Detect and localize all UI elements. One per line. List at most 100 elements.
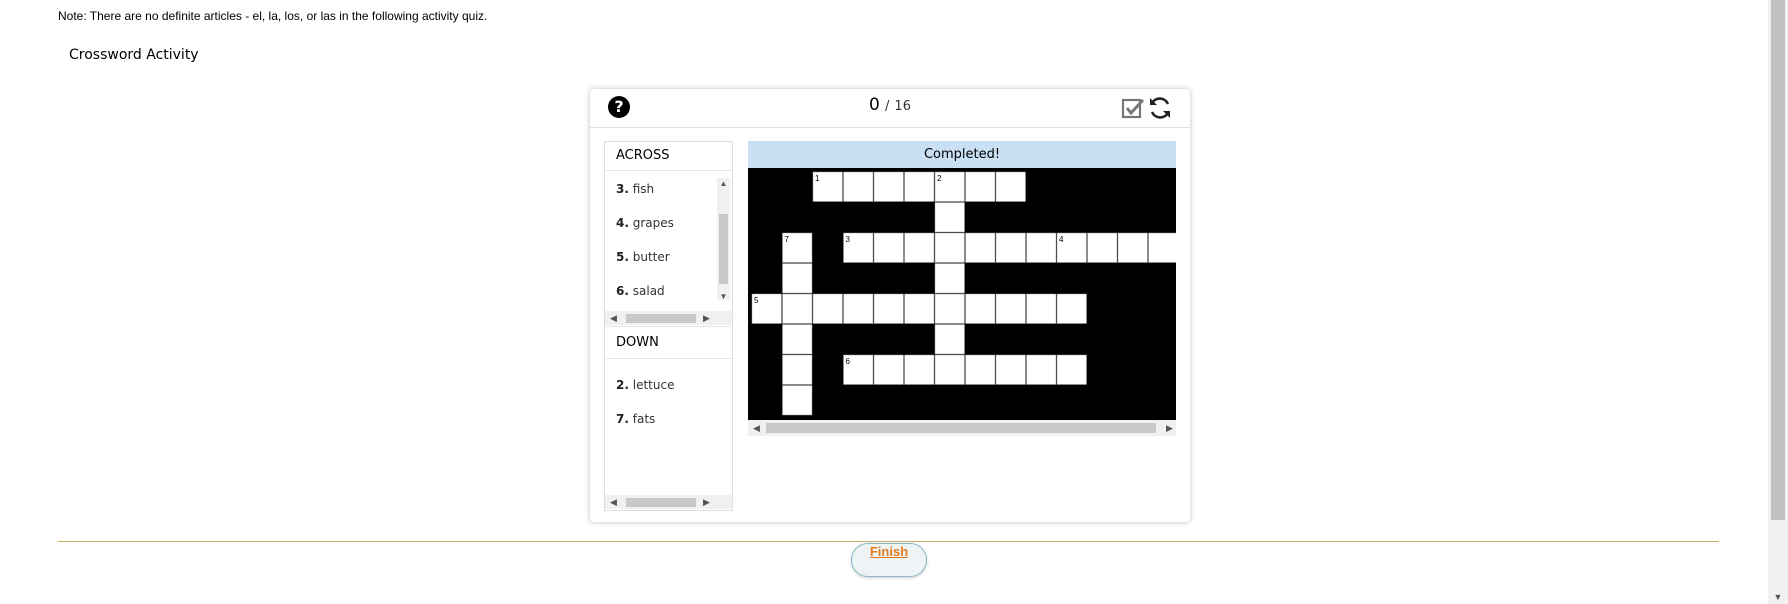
cell-number: 6 [846,357,851,366]
crossword-cell[interactable] [1056,293,1087,324]
crossword-cell[interactable] [1148,232,1177,263]
scroll-down-icon[interactable]: ▼ [1768,592,1788,602]
across-heading-divider [605,170,732,171]
clue-number: 3. [616,182,629,196]
across-clue-item[interactable]: 6. salad [616,284,665,298]
crossword-cell[interactable] [995,171,1026,202]
clue-number: 2. [616,378,629,392]
check-answers-icon[interactable] [1121,96,1145,120]
crossword-cell[interactable] [904,171,935,202]
crossword-grid-canvas: 1 2 3 4 5 6 7 [751,171,1177,416]
crossword-cell[interactable] [995,354,1026,385]
crossword-cell[interactable] [995,232,1026,263]
page-scrollbar-thumb[interactable] [1771,0,1785,520]
crossword-cell[interactable] [782,354,813,385]
crossword-cell[interactable] [965,354,996,385]
clue-text: grapes [632,216,674,230]
clue-text: fish [632,182,655,196]
clue-text: fats [632,412,656,426]
crossword-grid: 1 2 3 4 5 6 7 [748,168,1176,420]
crossword-cell[interactable] [1026,293,1057,324]
across-heading: ACROSS [616,148,670,163]
clue-number: 4. [616,216,629,230]
scrollbar-thumb[interactable] [719,214,728,284]
crossword-cell[interactable] [934,324,965,355]
across-vertical-scrollbar[interactable]: ▲ ▼ [717,178,730,301]
crossword-cell[interactable] [782,293,813,324]
scrollbar-thumb[interactable] [766,423,1156,433]
score-display: 0 / 16 [590,95,1190,115]
crossword-cell[interactable] [843,293,874,324]
cell-number: 7 [785,235,790,244]
scroll-left-icon[interactable]: ◀ [610,311,617,325]
quiz-note: Note: There are no definite articles - e… [58,9,488,23]
down-horizontal-scrollbar[interactable]: ◀ ▶ [605,495,732,509]
crossword-cell[interactable] [782,385,813,416]
crossword-cell[interactable] [934,232,965,263]
crossword-cell[interactable] [965,232,996,263]
crossword-cell[interactable] [873,171,904,202]
crossword-cell[interactable] [1117,232,1148,263]
across-clue-item[interactable]: 3. fish [616,182,654,196]
down-heading: DOWN [616,335,659,350]
crossword-cell[interactable] [965,171,996,202]
footer-divider [58,541,1719,542]
across-clue-item[interactable]: 4. grapes [616,216,674,230]
scrollbar-thumb[interactable] [626,498,696,507]
activity-title: Crossword Activity [69,47,199,63]
crossword-cell[interactable] [782,324,813,355]
section-divider [605,326,732,327]
crossword-cell[interactable] [904,354,935,385]
score-current: 0 [869,95,880,115]
crossword-cell[interactable] [1026,354,1057,385]
clue-number: 7. [616,412,629,426]
crossword-cell[interactable] [965,293,996,324]
score-separator: / [884,99,890,114]
across-horizontal-scrollbar[interactable]: ◀ ▶ [605,311,732,325]
page-scrollbar[interactable]: ▼ [1768,0,1788,604]
score-total: 16 [894,99,911,114]
crossword-cell[interactable] [843,171,874,202]
crossword-cell[interactable] [934,293,965,324]
clues-panel: ACROSS 3. fish 4. grapes 5. butter 6. sa… [604,141,733,511]
crossword-cell[interactable] [934,202,965,233]
scroll-left-icon[interactable]: ◀ [610,495,617,509]
crossword-cell[interactable] [934,263,965,294]
cell-number: 1 [815,174,820,183]
crossword-cell[interactable] [904,232,935,263]
crossword-widget: ? 0 / 16 ACROSS 3. fish 4. grapes 5. but… [590,89,1190,522]
clue-text: lettuce [632,378,675,392]
reset-icon[interactable] [1147,95,1173,121]
grid-horizontal-scrollbar[interactable]: ◀ ▶ [748,420,1176,436]
crossword-cell[interactable] [873,293,904,324]
cell-number: 5 [754,296,759,305]
down-clue-item[interactable]: 2. lettuce [616,378,674,392]
crossword-cell[interactable] [904,293,935,324]
clue-number: 6. [616,284,629,298]
crossword-cell[interactable] [812,293,843,324]
finish-button[interactable]: Finish [851,543,927,577]
scroll-down-icon[interactable]: ▼ [717,292,730,301]
scroll-right-icon[interactable]: ▶ [1166,420,1173,436]
clue-number: 5. [616,250,629,264]
cell-number: 2 [937,174,942,183]
crossword-cell[interactable] [873,232,904,263]
completion-banner: Completed! [748,141,1176,168]
scroll-right-icon[interactable]: ▶ [703,495,710,509]
crossword-cell[interactable] [782,263,813,294]
across-clue-item[interactable]: 5. butter [616,250,670,264]
scroll-left-icon[interactable]: ◀ [753,420,760,436]
down-clue-item[interactable]: 7. fats [616,412,655,426]
crossword-cell[interactable] [1056,354,1087,385]
crossword-cell[interactable] [995,293,1026,324]
crossword-cell[interactable] [1026,232,1057,263]
scroll-right-icon[interactable]: ▶ [703,311,710,325]
cell-number: 4 [1059,235,1064,244]
clue-text: salad [632,284,665,298]
crossword-cell[interactable] [934,354,965,385]
crossword-cell[interactable] [873,354,904,385]
crossword-cell[interactable] [1087,232,1118,263]
widget-toolbar: ? 0 / 16 [590,89,1190,128]
scroll-up-icon[interactable]: ▲ [717,179,730,188]
scrollbar-thumb[interactable] [626,314,696,323]
